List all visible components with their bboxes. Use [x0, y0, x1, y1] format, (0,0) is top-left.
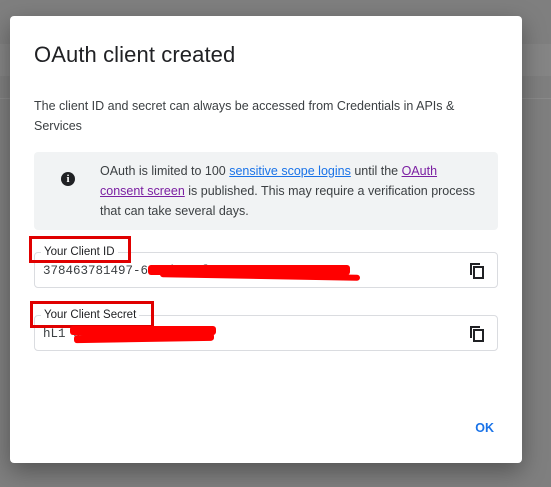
ok-button[interactable]: OK — [469, 417, 500, 439]
client-id-label-highlight — [29, 236, 131, 263]
info-text-part: until the — [350, 164, 402, 178]
sensitive-scope-logins-link[interactable]: sensitive scope logins — [229, 164, 351, 178]
info-text: OAuth is limited to 100 sensitive scope … — [100, 161, 484, 221]
info-text-part: OAuth is limited to 100 — [100, 164, 230, 178]
client-secret-label-highlight — [30, 301, 154, 328]
info-icon: i — [61, 172, 75, 186]
dialog-description: The client ID and secret can always be a… — [34, 99, 455, 133]
copy-client-id-icon[interactable] — [469, 262, 485, 279]
info-banner: i OAuth is limited to 100 sensitive scop… — [34, 152, 498, 230]
dialog-title: OAuth client created — [34, 42, 236, 67]
copy-client-secret-icon[interactable] — [469, 325, 485, 342]
oauth-created-dialog: OAuth client created The client ID and s… — [10, 16, 522, 463]
